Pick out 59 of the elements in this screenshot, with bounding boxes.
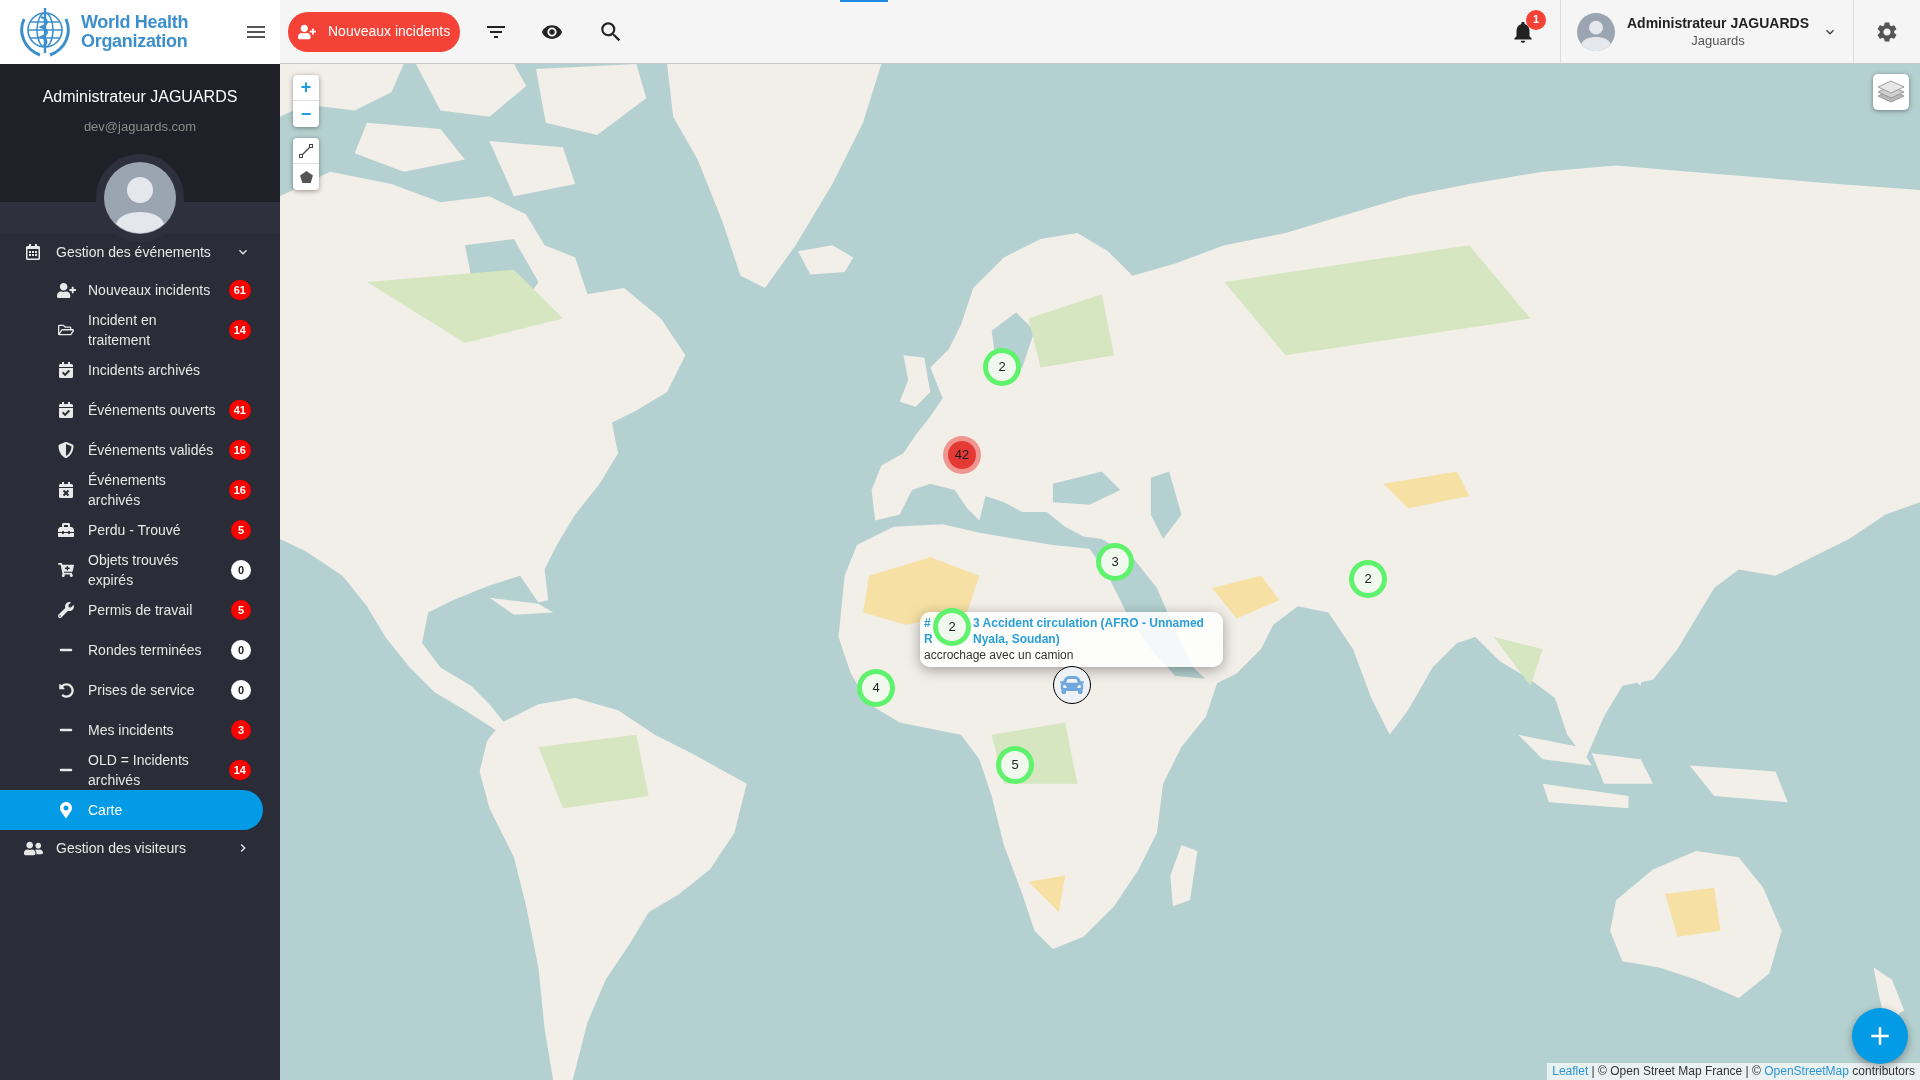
indicator-line [840, 0, 888, 2]
count-badge: 0 [231, 640, 251, 660]
count-badge: 0 [231, 680, 251, 700]
notification-badge: 1 [1526, 9, 1546, 30]
menu-item[interactable]: Événements archivés 16 [0, 470, 263, 510]
count-badge: 0 [231, 560, 251, 580]
pentagon-icon [299, 171, 313, 183]
count-badge: 5 [231, 600, 251, 620]
profile-name: Administrateur JAGUARDS [42, 87, 238, 107]
user-plus-icon [298, 22, 316, 41]
incident-description: accrochage avec un camion [924, 647, 1075, 663]
shield-icon [58, 442, 74, 458]
menu-item[interactable]: Événements ouverts 41 [0, 390, 263, 430]
menu-item[interactable]: Mes incidents 3 [0, 710, 263, 750]
map-pin-icon [58, 802, 74, 818]
count-badge: 41 [228, 400, 251, 420]
menu-item[interactable]: Objets trouvés expirés 0 [0, 550, 263, 590]
profile-email: dev@jaguards.com [83, 118, 197, 136]
count-badge: 3 [231, 720, 251, 740]
count-badge: 16 [228, 440, 251, 460]
count-badge: 61 [228, 280, 251, 300]
menu-item[interactable]: Événements validés 16 [0, 430, 263, 470]
map-attribution: Leaflet | © Open Street Map France | © OpenStreetMap contributors [1547, 1063, 1920, 1080]
menu-item[interactable]: Incidents archivés [0, 350, 263, 390]
notifications-button[interactable]: 1 [1500, 8, 1546, 55]
menu-item[interactable]: Rondes terminées 0 [0, 630, 263, 670]
calendar-x-icon [58, 482, 74, 498]
layers-button[interactable] [1873, 74, 1909, 110]
new-incident-button[interactable]: Nouveaux incidents [288, 11, 461, 52]
layers-icon [1878, 80, 1904, 104]
calendar-icon [25, 244, 41, 260]
count-badge: 14 [228, 760, 251, 780]
user-menu[interactable]: Administrateur JAGUARDS Jaguards [1560, 0, 1854, 63]
user-name: Administrateur JAGUARDS [1627, 14, 1809, 32]
avatar-icon [96, 154, 184, 242]
line-icon [299, 143, 313, 158]
logo-text: World Health Organization [81, 13, 189, 51]
circular-arrow-icon [58, 682, 74, 698]
menu-group-header[interactable]: Gestion des événements [0, 234, 263, 270]
menu-item[interactable]: Incident en traitement 14 [0, 310, 263, 350]
count-badge: 16 [228, 480, 251, 500]
folder-icon [58, 322, 74, 338]
toolbox-icon [58, 522, 74, 538]
menu-item[interactable]: Nouveaux incidents 61 [0, 270, 263, 310]
user-organization: Jaguards [1691, 31, 1745, 49]
cart-plus-icon [58, 562, 74, 578]
settings-icon [1875, 19, 1899, 44]
user-plus-icon [56, 280, 76, 300]
menu-item[interactable]: Permis de travail 5 [0, 590, 263, 630]
calendar-check-icon [58, 402, 74, 418]
calendar-check-icon [58, 362, 74, 378]
menu-item[interactable]: Perdu - Trouvé 5 [0, 510, 263, 550]
wrench-icon [58, 602, 74, 618]
menu-item[interactable]: Prises de service 0 [0, 670, 263, 710]
avatar-icon [1577, 12, 1615, 51]
menu-item[interactable]: OLD = Incidents archivés 14 [0, 750, 263, 790]
count-badge: 5 [231, 520, 251, 540]
menu-group-header[interactable]: Gestion des visiteurs [0, 830, 263, 866]
count-badge: 14 [228, 320, 251, 340]
